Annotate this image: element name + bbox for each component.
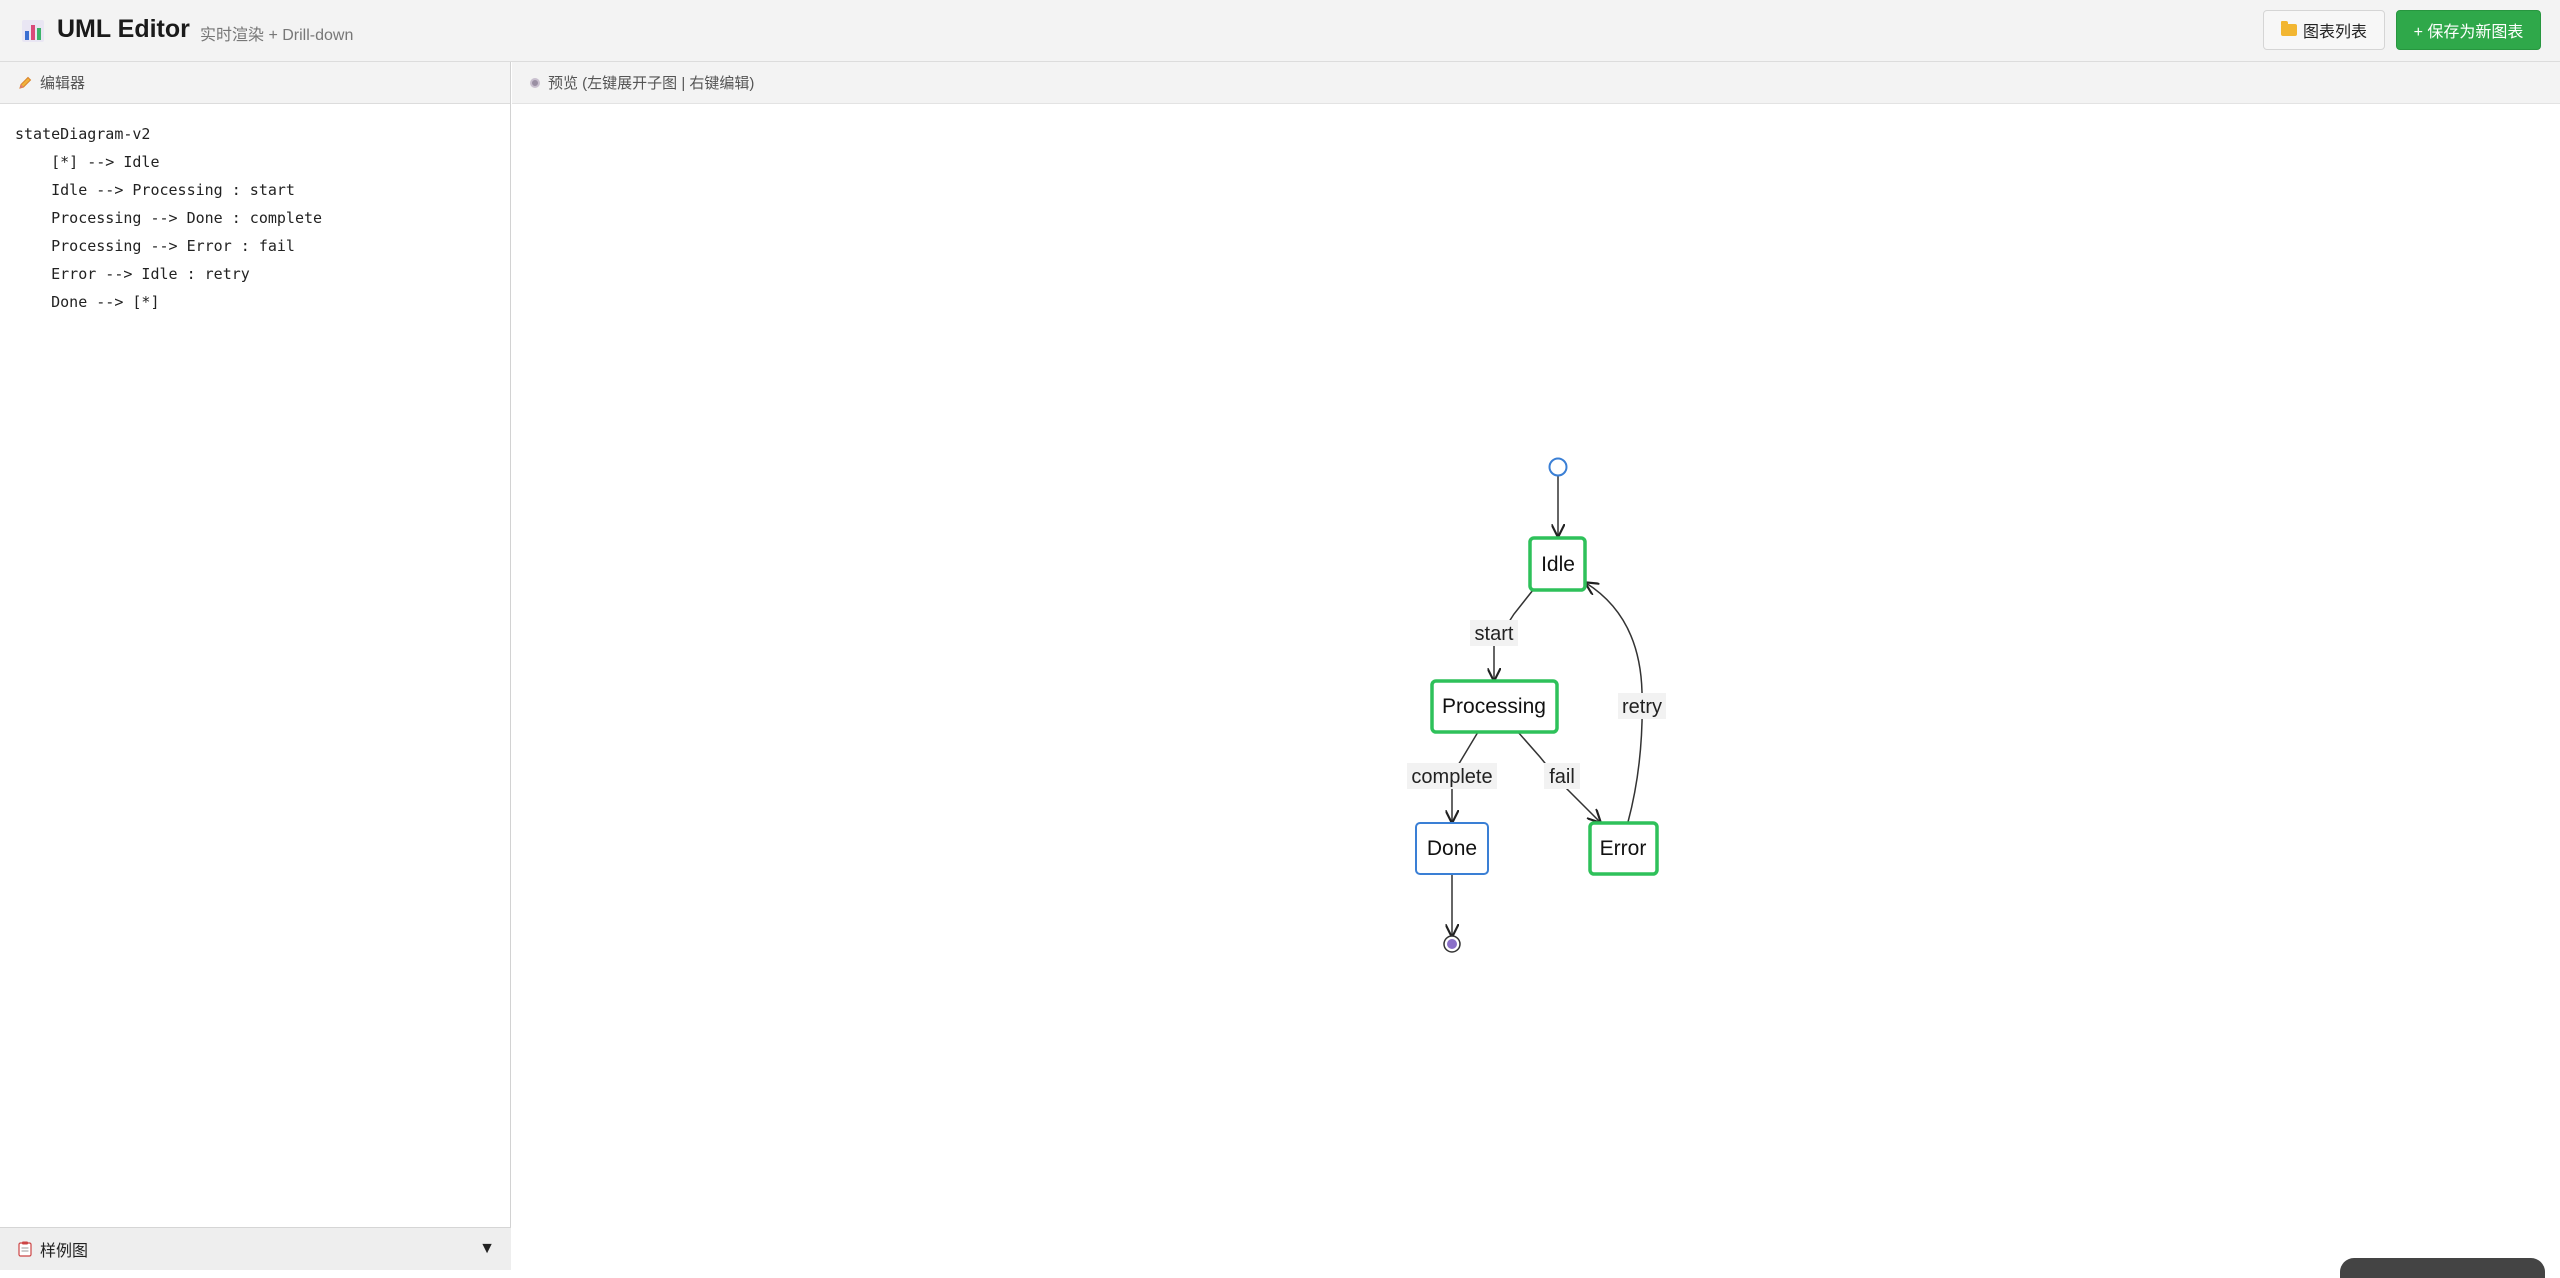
state-idle[interactable]: Idle: [1528, 536, 1587, 592]
state-processing[interactable]: Processing: [1430, 679, 1559, 734]
state-done-label: Done: [1427, 837, 1477, 860]
state-error[interactable]: Error: [1588, 821, 1659, 876]
code-line: Done --> [*]: [15, 293, 160, 311]
save-new-diagram-button[interactable]: + 保存为新图表: [2396, 10, 2541, 50]
transition-start-label: start: [1475, 623, 1514, 645]
editor-header: 编辑器: [0, 62, 510, 104]
samples-label: 样例图: [40, 1243, 89, 1260]
folder-icon: [2280, 21, 2297, 36]
state-diagram[interactable]: Idle Processing Done Error start complet…: [512, 62, 2560, 1270]
preview-pane: 预览 (左键展开子图 | 右键编辑) Idle Processing Done …: [512, 62, 2560, 1270]
label-start: start: [1470, 620, 1518, 646]
state-error-label: Error: [1600, 837, 1647, 860]
app-title: UML Editor: [57, 15, 190, 43]
diagram-list-label: 图表列表: [2302, 24, 2367, 41]
code-line: [*] --> Idle: [15, 153, 160, 171]
label-fail: fail: [1544, 763, 1580, 789]
editor-title: 编辑器: [40, 75, 86, 92]
editor-pane: 编辑器 stateDiagram-v2 [*] --> Idle Idle --…: [0, 62, 511, 1270]
app-subtitle: 实时渲染 + Drill-down: [200, 27, 354, 44]
samples-toggle-icon[interactable]: ▼: [479, 1240, 495, 1258]
code-line: Processing --> Error : fail: [15, 237, 295, 255]
label-complete: complete: [1407, 763, 1497, 789]
initial-state: [1548, 457, 1568, 477]
code-line: Processing --> Done : complete: [15, 209, 323, 227]
code-line: Idle --> Processing : start: [15, 181, 295, 199]
clipboard-icon: [18, 1241, 32, 1257]
transition-complete-label: complete: [1411, 766, 1492, 788]
state-idle-label: Idle: [1541, 553, 1575, 576]
state-done[interactable]: Done: [1415, 822, 1489, 875]
diagram-list-button[interactable]: 图表列表: [2263, 10, 2385, 50]
floating-panel-tab[interactable]: [2340, 1258, 2545, 1278]
pencil-icon: [19, 76, 32, 89]
samples-bar[interactable]: 样例图 ▼: [0, 1227, 511, 1270]
label-retry: retry: [1618, 693, 1666, 719]
code-editor[interactable]: stateDiagram-v2 [*] --> Idle Idle --> Pr…: [0, 104, 510, 316]
final-state-core: [1447, 939, 1457, 949]
code-line: stateDiagram-v2: [15, 125, 151, 143]
transition-fail-label: fail: [1549, 766, 1575, 788]
code-line: Error --> Idle : retry: [15, 265, 250, 283]
transition-retry-label: retry: [1622, 696, 1662, 718]
chart-logo-icon: [22, 20, 44, 42]
state-processing-label: Processing: [1442, 695, 1546, 718]
app-header: UML Editor 实时渲染 + Drill-down 图表列表 + 保存为新…: [0, 0, 2560, 62]
